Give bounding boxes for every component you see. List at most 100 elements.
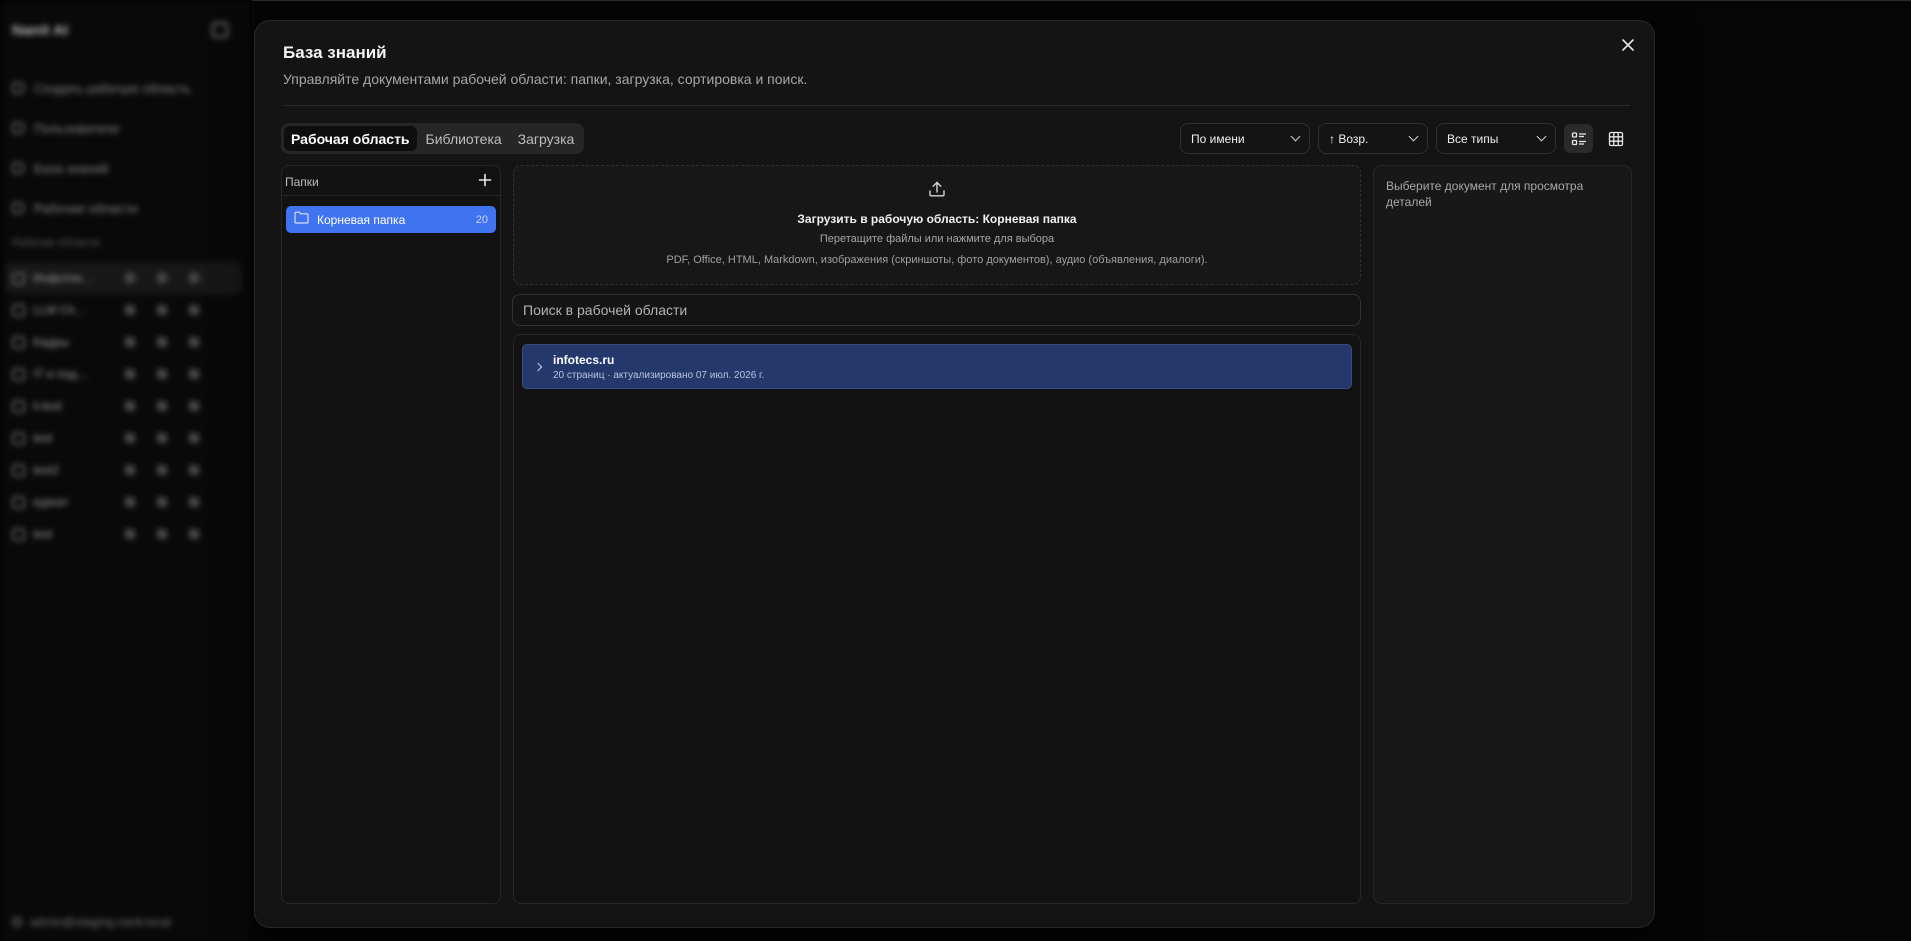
brand-name: Nanit AI bbox=[12, 22, 69, 39]
action-icon bbox=[125, 433, 135, 443]
workspace-name: ii-test bbox=[33, 399, 62, 413]
upload-icon bbox=[928, 180, 946, 203]
workspace-icon bbox=[12, 303, 25, 317]
workspace-icon bbox=[12, 367, 25, 381]
upload-dropzone[interactable]: Загрузить в рабочую область: Корневая па… bbox=[513, 165, 1361, 285]
workspace-item: куркат bbox=[6, 486, 242, 518]
chevron-down-icon bbox=[1408, 131, 1419, 142]
action-icon bbox=[157, 337, 167, 347]
background-topline bbox=[252, 0, 1911, 1]
workspace-item: Кадры bbox=[6, 326, 242, 358]
chevron-right-icon[interactable] bbox=[533, 362, 543, 372]
workspace-item: test bbox=[6, 518, 242, 550]
action-icon bbox=[125, 529, 135, 539]
plus-icon bbox=[12, 82, 24, 94]
folders-header: Папки bbox=[282, 166, 500, 196]
plus-icon[interactable] bbox=[478, 171, 492, 192]
grid-view-icon[interactable] bbox=[1601, 124, 1630, 153]
action-icon bbox=[157, 497, 167, 507]
book-icon bbox=[12, 162, 24, 174]
action-icon bbox=[189, 465, 199, 475]
current-user: admin@staging.nanit.local bbox=[12, 915, 171, 929]
type-filter-select[interactable]: Все типы bbox=[1436, 123, 1556, 154]
action-icon bbox=[189, 273, 199, 283]
document-name: infotecs.ru bbox=[553, 353, 615, 367]
action-icon bbox=[157, 401, 167, 411]
details-panel: Выберите документ для просмотра деталей bbox=[1373, 165, 1632, 904]
sidebar-collapse-icon bbox=[212, 22, 228, 38]
users-icon bbox=[12, 122, 24, 134]
workspace-item: test bbox=[6, 422, 242, 454]
workspace-icon bbox=[12, 495, 25, 509]
modal-subtitle: Управляйте документами рабочей области: … bbox=[283, 71, 808, 87]
sidebar-item-create-workspace: Создать рабочую область bbox=[12, 68, 242, 108]
upload-title: Загрузить в рабочую область: Корневая па… bbox=[797, 212, 1077, 226]
sort-order-select[interactable]: ↑ Возр. bbox=[1318, 123, 1428, 154]
list-view-icon[interactable] bbox=[1564, 124, 1593, 153]
action-icon bbox=[189, 337, 199, 347]
action-icon bbox=[189, 529, 199, 539]
action-icon bbox=[189, 497, 199, 507]
action-icon bbox=[125, 273, 135, 283]
workspace-item: LLM Ch… bbox=[6, 294, 242, 326]
workspace-item: Инфотек… bbox=[6, 262, 242, 294]
sidebar-item-label: Пользователи bbox=[34, 120, 119, 136]
workspace-icon bbox=[12, 431, 25, 445]
background-sidebar: Nanit AI Создать рабочую область Пользов… bbox=[0, 0, 252, 941]
action-icon bbox=[189, 401, 199, 411]
sidebar-nav: Создать рабочую область Пользователи Баз… bbox=[12, 68, 242, 228]
sidebar-item-users: Пользователи bbox=[12, 108, 242, 148]
sort-order-value: ↑ Возр. bbox=[1329, 131, 1369, 146]
action-icon bbox=[157, 369, 167, 379]
workspace-icon bbox=[12, 335, 25, 349]
workspace-item: IT и под… bbox=[6, 358, 242, 390]
search-input[interactable] bbox=[512, 294, 1361, 326]
workspace-name: IT и под… bbox=[33, 367, 89, 381]
tab-upload[interactable]: Загрузка bbox=[511, 126, 582, 151]
chevron-down-icon bbox=[1290, 131, 1301, 142]
folder-name: Корневая папка bbox=[317, 212, 406, 227]
upload-hint: Перетащите файлы или нажмите для выбора bbox=[819, 233, 1055, 245]
workspaces-section-title: Рабочие области bbox=[12, 237, 100, 249]
folder-item-root[interactable]: Корневая папка 20 bbox=[286, 206, 496, 233]
tab-workspace[interactable]: Рабочая область bbox=[284, 126, 417, 151]
folders-label: Папки bbox=[285, 175, 319, 189]
user-icon bbox=[12, 917, 22, 927]
sidebar-item-label: База знаний bbox=[34, 160, 109, 176]
folder-count: 20 bbox=[475, 213, 488, 226]
document-row[interactable]: infotecs.ru 20 страниц · актуализировано… bbox=[522, 344, 1352, 389]
action-icon bbox=[157, 465, 167, 475]
workspace-item: ii-test bbox=[6, 390, 242, 422]
action-icon bbox=[189, 433, 199, 443]
action-icon bbox=[189, 305, 199, 315]
tab-bar: Рабочая область Библиотека Загрузка bbox=[281, 123, 585, 154]
workspace-name: Кадры bbox=[33, 335, 69, 349]
workspace-name: test bbox=[33, 527, 53, 541]
workspace-item: test2 bbox=[6, 454, 242, 486]
action-icon bbox=[157, 529, 167, 539]
folder-icon bbox=[294, 211, 309, 229]
upload-formats: PDF, Office, HTML, Markdown, изображения… bbox=[666, 254, 1208, 266]
modal-title: База знаний bbox=[283, 43, 387, 62]
close-icon[interactable] bbox=[1616, 33, 1640, 57]
type-filter-value: Все типы bbox=[1447, 131, 1499, 146]
toolbar-controls: По имени ↑ Возр. Все типы bbox=[1180, 123, 1630, 154]
workspace-list: Инфотек… LLM Ch… Кадры IT и под… ii-test… bbox=[6, 262, 242, 550]
user-email: admin@staging.nanit.local bbox=[30, 915, 171, 929]
action-icon bbox=[157, 433, 167, 443]
details-empty-text: Выберите документ для просмотра деталей bbox=[1386, 179, 1584, 209]
chevron-down-icon bbox=[1536, 131, 1547, 142]
document-meta: 20 страниц · актуализировано 07 июл. 202… bbox=[553, 370, 765, 381]
knowledge-base-modal: База знаний Управляйте документами рабоч… bbox=[254, 20, 1655, 928]
action-icon bbox=[189, 369, 199, 379]
grid-icon bbox=[12, 202, 24, 214]
tab-library[interactable]: Библиотека bbox=[419, 126, 509, 151]
action-icon bbox=[157, 273, 167, 283]
sidebar-item-label: Создать рабочую область bbox=[34, 80, 191, 96]
action-icon bbox=[125, 337, 135, 347]
workspace-icon bbox=[12, 271, 25, 285]
action-icon bbox=[125, 497, 135, 507]
divider bbox=[283, 105, 1630, 106]
action-icon bbox=[125, 369, 135, 379]
sort-by-select[interactable]: По имени bbox=[1180, 123, 1310, 154]
